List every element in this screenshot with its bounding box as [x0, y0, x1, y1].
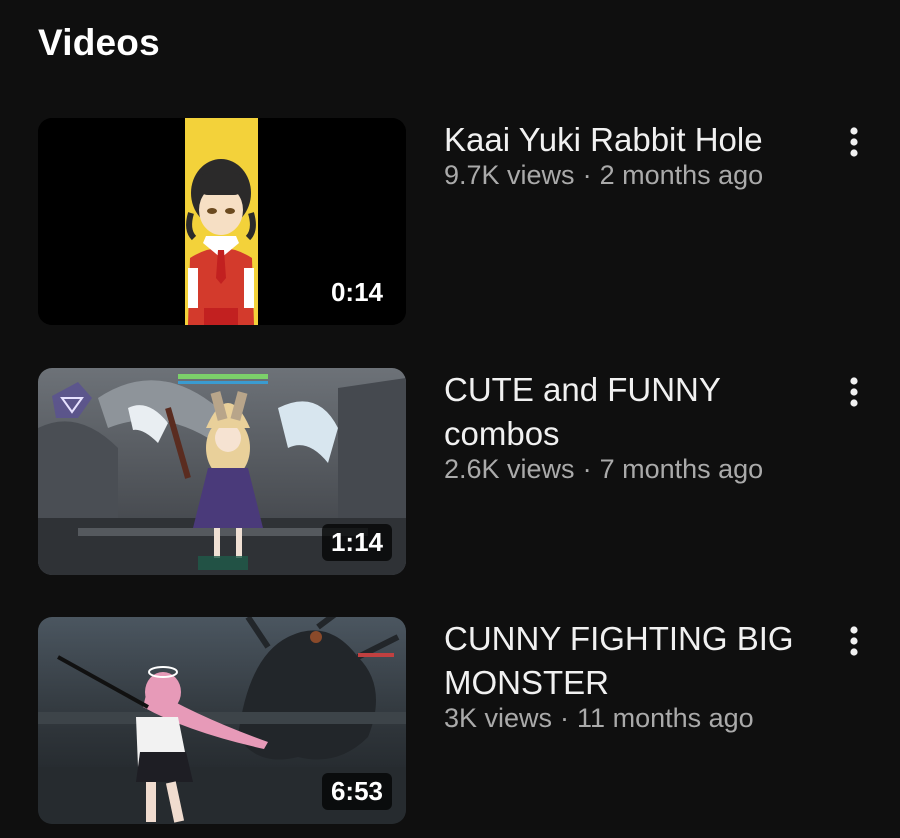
- video-meta: 9.7K views · 2 months ago: [444, 158, 824, 192]
- video-title[interactable]: CUNNY FIGHTING BIG MONSTER: [444, 617, 824, 705]
- video-item: 0:14 Kaai Yuki Rabbit Hole 9.7K views · 2 …: [0, 118, 900, 328]
- meta-separator: ·: [582, 454, 592, 484]
- more-options-button[interactable]: [834, 370, 874, 414]
- video-info: CUTE and FUNNY combos 2.6K views · 7 month…: [444, 368, 824, 486]
- video-age: 11 months ago: [577, 703, 754, 733]
- meta-separator: ·: [582, 160, 592, 190]
- video-info: Kaai Yuki Rabbit Hole 9.7K views · 2 month…: [444, 118, 824, 192]
- video-info: CUNNY FIGHTING BIG MONSTER 3K views · 11 m…: [444, 617, 824, 735]
- video-views: 3K views: [444, 703, 553, 733]
- video-title[interactable]: CUTE and FUNNY combos: [444, 368, 824, 456]
- video-age: 2 months ago: [599, 160, 764, 190]
- more-vert-icon: [850, 626, 858, 656]
- video-list: 0:14 Kaai Yuki Rabbit Hole 9.7K views · 2 …: [0, 0, 900, 838]
- video-meta: 3K views · 11 months ago: [444, 701, 824, 735]
- more-vert-icon: [850, 127, 858, 157]
- video-item: 1:14 CUTE and FUNNY combos 2.6K views · 7 …: [0, 368, 900, 578]
- video-age: 7 months ago: [599, 454, 764, 484]
- video-duration: 6:53: [321, 773, 392, 810]
- more-options-button[interactable]: [834, 619, 874, 663]
- more-options-button[interactable]: [834, 120, 874, 164]
- video-thumbnail[interactable]: 1:14: [38, 368, 406, 575]
- video-thumbnail[interactable]: 6:53: [38, 617, 406, 824]
- video-duration: 1:14: [321, 524, 392, 561]
- video-item: 6:53 CUNNY FIGHTING BIG MONSTER 3K views…: [0, 617, 900, 827]
- video-duration: 0:14: [321, 274, 392, 311]
- video-thumbnail[interactable]: 0:14: [38, 118, 406, 325]
- more-vert-icon: [850, 377, 858, 407]
- video-title[interactable]: Kaai Yuki Rabbit Hole: [444, 118, 824, 162]
- video-views: 2.6K views: [444, 454, 575, 484]
- video-meta: 2.6K views · 7 months ago: [444, 452, 824, 486]
- video-views: 9.7K views: [444, 160, 575, 190]
- meta-separator: ·: [560, 703, 570, 733]
